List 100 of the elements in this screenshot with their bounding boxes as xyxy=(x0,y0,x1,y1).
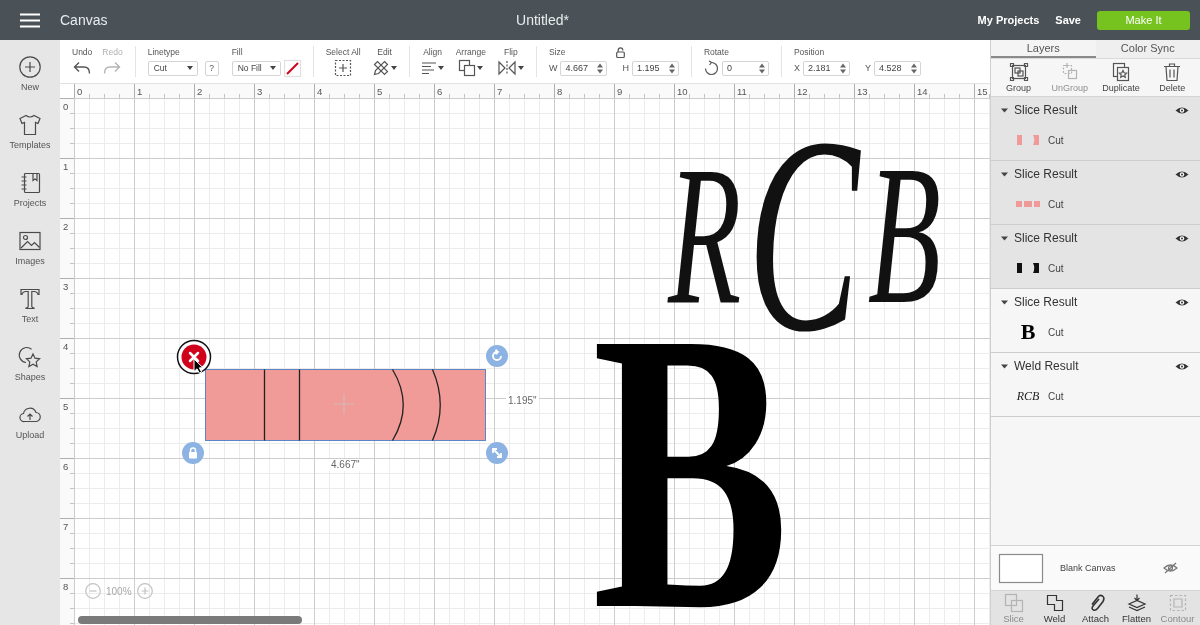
slash-swatch-icon[interactable] xyxy=(283,59,301,77)
layer-group[interactable]: Slice Result Cut xyxy=(991,161,1200,225)
edit-button[interactable]: Edit xyxy=(372,46,397,83)
x-position-field[interactable]: 2.181 xyxy=(802,60,850,76)
dimension-label: 4.667" xyxy=(329,459,362,471)
dimension-label: 1.195" xyxy=(506,395,539,407)
merged-shape-icon xyxy=(1045,594,1064,612)
ruler-number: 15 xyxy=(977,86,988,97)
layer-group[interactable]: Slice Result Cut xyxy=(991,97,1200,161)
caret-icon xyxy=(186,66,193,70)
sidebar-item[interactable]: Projects xyxy=(0,172,60,230)
canvas-layer-row[interactable]: Blank Canvas xyxy=(991,545,1200,590)
ruler-number: 0 xyxy=(63,101,69,112)
sidebar-item[interactable]: Images xyxy=(0,230,60,288)
linetype-select[interactable]: Cut xyxy=(147,60,198,76)
layer-label: Cut xyxy=(1048,134,1064,146)
rotate-icon[interactable] xyxy=(703,60,719,76)
layer-stack-icon xyxy=(1127,594,1146,612)
help-button[interactable]: ? xyxy=(204,60,219,76)
ruler-number: 7 xyxy=(497,86,503,97)
action-button[interactable]: Weld xyxy=(1034,591,1075,625)
sidebar-item[interactable]: Upload xyxy=(0,404,60,462)
ruler-number: 8 xyxy=(557,86,563,97)
eye-icon[interactable] xyxy=(1175,361,1189,371)
undo-button[interactable]: Undo xyxy=(72,46,93,83)
layer-label: Cut xyxy=(1048,262,1064,274)
ruler-number: 10 xyxy=(677,86,688,97)
layer-label: Cut xyxy=(1048,198,1064,210)
sidebar-item[interactable]: Shapes xyxy=(0,346,60,404)
horizontal-scrollbar[interactable] xyxy=(78,616,302,624)
ruler-number: 1 xyxy=(63,161,69,172)
ruler-number: 2 xyxy=(63,221,69,232)
crosshair-icon xyxy=(334,394,354,414)
width-field[interactable]: 4.667 xyxy=(560,60,608,76)
height-field[interactable]: 1.195 xyxy=(631,60,679,76)
ruler-number: 1 xyxy=(137,86,143,97)
axis-label: H xyxy=(622,63,629,73)
ruler-number: 4 xyxy=(317,86,323,97)
panel-tab[interactable]: Color Sync xyxy=(1095,40,1200,58)
stepper-icon[interactable] xyxy=(758,62,765,74)
trash-icon xyxy=(1163,63,1182,81)
fill-select[interactable]: No Fill xyxy=(231,60,281,76)
duplicate-button[interactable]: Duplicate xyxy=(1095,59,1147,96)
blank-swatch-icon xyxy=(999,553,1043,583)
stepper-icon[interactable] xyxy=(668,62,675,74)
eye-icon[interactable] xyxy=(1175,233,1189,243)
ruler-number: 3 xyxy=(257,86,263,97)
toolbar-label: Size xyxy=(548,46,566,58)
plus-circle-icon xyxy=(19,56,41,78)
rotation-field[interactable]: 0 xyxy=(721,60,769,76)
eye-slash-icon[interactable] xyxy=(1163,562,1178,574)
action-button[interactable]: Attach xyxy=(1075,591,1116,625)
caret-icon[interactable] xyxy=(1001,107,1008,113)
toolbar-label: Position xyxy=(793,46,825,58)
open-lock-icon[interactable] xyxy=(616,47,626,58)
select-all-button[interactable]: Select All xyxy=(325,46,361,83)
ruler-number: 11 xyxy=(737,86,747,97)
notebook-icon xyxy=(19,172,41,194)
close-icon[interactable] xyxy=(176,339,212,375)
action-button[interactable]: Flatten xyxy=(1116,591,1157,625)
ruler-number: 5 xyxy=(63,401,69,412)
canvas-layer-label: Blank Canvas xyxy=(1060,563,1116,573)
t-shirt-icon xyxy=(19,114,41,136)
duplicate-icon xyxy=(1112,63,1131,81)
sidebar-item[interactable]: Templates xyxy=(0,114,60,172)
caret-icon[interactable] xyxy=(1001,171,1008,177)
stepper-icon[interactable] xyxy=(597,62,604,74)
menu-icon[interactable] xyxy=(20,12,40,28)
grouped-squares-icon xyxy=(1009,63,1028,81)
ruler-number: 5 xyxy=(377,86,383,97)
align-button[interactable]: Align xyxy=(421,46,444,83)
dashed-square-icon xyxy=(1168,594,1187,612)
layer-group[interactable]: Slice Result Cut xyxy=(991,225,1200,289)
sidebar-item[interactable]: New xyxy=(0,56,60,114)
axis-label: Y xyxy=(864,63,871,73)
caret-icon[interactable] xyxy=(1001,363,1008,369)
my-projects-link[interactable]: My Projects xyxy=(977,14,1040,26)
undo-icon xyxy=(73,61,92,75)
arrange-button[interactable]: Arrange xyxy=(455,46,486,83)
panel-tab[interactable]: Layers xyxy=(991,40,1096,58)
stepper-icon[interactable] xyxy=(910,62,917,74)
delete-button[interactable]: Delete xyxy=(1146,59,1198,96)
y-position-field[interactable]: 4.528 xyxy=(873,60,921,76)
ruler-number: 9 xyxy=(617,86,623,97)
group-button[interactable]: Group xyxy=(993,59,1045,96)
caret-icon xyxy=(269,66,276,70)
caret-icon[interactable] xyxy=(1001,235,1008,241)
ruler-number: 3 xyxy=(63,281,69,292)
caret-icon[interactable] xyxy=(1001,299,1008,305)
eye-icon[interactable] xyxy=(1175,105,1189,115)
save-link[interactable]: Save xyxy=(1055,14,1081,26)
eye-icon[interactable] xyxy=(1175,297,1189,307)
sidebar-item[interactable]: Text xyxy=(0,288,60,346)
flip-button[interactable]: Flip xyxy=(497,46,524,83)
ruler-number: 8 xyxy=(63,581,69,592)
layer-label: Cut xyxy=(1048,326,1064,338)
ruler-number: 14 xyxy=(917,86,928,97)
eye-icon[interactable] xyxy=(1175,169,1189,179)
overlap-squares-icon xyxy=(1004,594,1023,612)
stepper-icon[interactable] xyxy=(839,62,846,74)
